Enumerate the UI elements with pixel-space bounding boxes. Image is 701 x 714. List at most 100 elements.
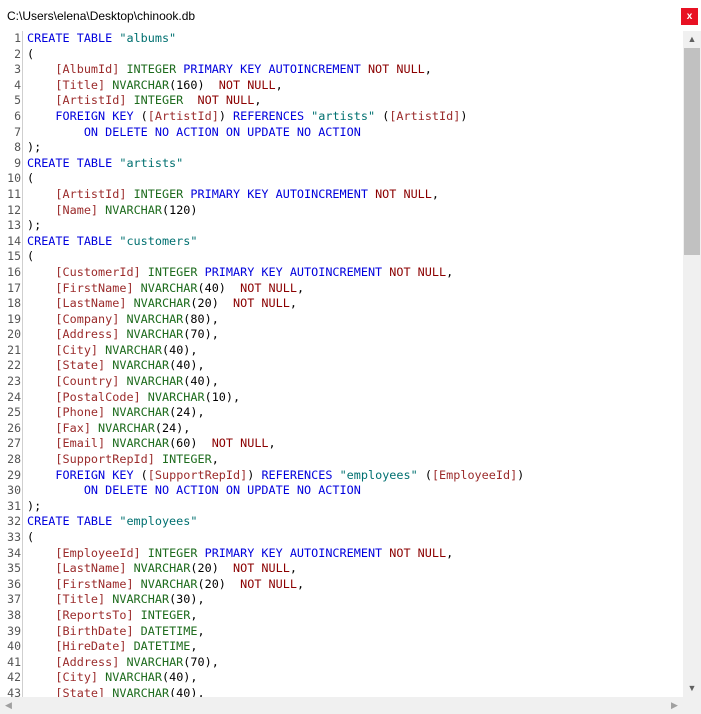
column-identifier: [AlbumId] [55,62,120,77]
code-content: [Email] NVARCHAR(60) NOT NULL, [27,436,276,452]
code-content: CREATE TABLE "employees" [27,514,197,530]
scroll-left-icon[interactable]: ◀ [0,697,17,714]
data-type: NVARCHAR [112,436,170,451]
code-content: [SupportRepId] INTEGER, [27,452,218,468]
code-content: [AlbumId] INTEGER PRIMARY KEY AUTOINCREM… [27,62,431,78]
not-null-constraint: NOT NULL [389,545,447,560]
code-content: [FirstName] NVARCHAR(20) NOT NULL, [27,577,304,593]
not-null-constraint: NOT NULL [367,62,425,77]
code-content: ON DELETE NO ACTION ON UPDATE NO ACTION [27,125,361,141]
data-type: NVARCHAR [112,685,170,697]
line-number: 12 [7,202,21,217]
scroll-thumb[interactable] [684,48,700,255]
vertical-scrollbar[interactable]: ▲ ▼ [683,31,701,697]
line-number: 20 [7,327,21,342]
scroll-up-icon[interactable]: ▲ [683,31,701,48]
code-content: ); [27,499,41,515]
code-text: , [268,436,276,451]
code-text: ( [27,171,35,186]
code-text: (40), [161,342,198,357]
line-number: 39 [7,623,21,638]
column-identifier: [Country] [55,374,120,389]
table-name-string: "employees" [339,467,418,482]
data-type: NVARCHAR [126,311,184,326]
column-identifier: [Phone] [55,405,106,420]
code-text: ) [517,467,525,482]
data-type: NVARCHAR [112,77,170,92]
scroll-right-icon[interactable]: ▶ [666,697,683,714]
code-content: [FirstName] NVARCHAR(40) NOT NULL, [27,281,304,297]
data-type: NVARCHAR [140,576,198,591]
data-type: NVARCHAR [112,358,170,373]
code-content: [ReportsTo] INTEGER, [27,607,197,624]
data-type: INTEGER [140,607,191,622]
code-content: [Company] NVARCHAR(80), [27,311,218,328]
code-content: [Title] NVARCHAR(160) NOT NULL, [27,77,283,94]
column-identifier: [City] [55,342,99,357]
table-name-string: "albums" [119,31,177,45]
not-null-constraint: NOT NULL [240,280,297,295]
column-identifier: [SupportRepId] [55,452,155,467]
data-type: NVARCHAR [140,280,198,295]
line-number: 15 [7,249,21,264]
line-number: 2 [14,46,21,61]
code-content: [ArtistId] INTEGER NOT NULL, [27,93,261,109]
horizontal-scrollbar[interactable]: ◀ ▶ [0,697,683,714]
line-number: 27 [7,436,21,451]
code-text: (70), [183,654,219,669]
table-name-string: "artists" [311,108,376,123]
code-editor[interactable]: 1 CREATE TABLE "albums" 2 (3 [AlbumId] INTE… [0,31,683,697]
code-text: (20) [190,561,234,576]
close-button[interactable]: x [681,8,698,25]
data-type: NVARCHAR [147,389,205,404]
sql-keyword: PRIMARY KEY AUTOINCREMENT [190,186,368,201]
code-text: (40) [197,280,241,295]
code-text: , [254,93,262,108]
data-type: DATETIME [140,623,198,638]
scroll-down-icon[interactable]: ▼ [683,680,701,697]
code-text: ( [133,467,148,482]
window-title: C:\Users\elena\Desktop\chinook.db [7,9,196,23]
sql-keyword: ON DELETE NO ACTION ON UPDATE NO ACTION [83,124,361,139]
column-identifier: [Title] [55,592,106,607]
sql-keyword: ON DELETE NO ACTION ON UPDATE NO ACTION [83,483,361,498]
scrollbar-corner [683,697,701,714]
code-content: [Address] NVARCHAR(70), [27,654,219,671]
column-identifier: [EmployeeId] [55,545,141,560]
code-text: , [431,186,439,201]
code-text: , [296,576,305,591]
code-content: [Fax] NVARCHAR(24), [27,421,190,437]
column-identifier: [Name] [55,202,99,217]
data-type: NVARCHAR [112,592,170,607]
column-identifier: [LastName] [55,296,127,311]
code-content: [HireDate] DATETIME, [27,639,197,655]
code-text: (24), [169,405,205,420]
data-type: NVARCHAR [126,374,184,389]
column-identifier: [ArtistId] [389,108,461,123]
column-identifier: [Company] [55,311,120,326]
code-content: CREATE TABLE "customers" [27,234,197,250]
data-type: NVARCHAR [98,420,155,435]
code-content: ); [27,218,41,234]
code-text: , [275,77,283,92]
code-content: CREATE TABLE "artists" [27,156,183,172]
column-identifier: [Fax] [55,420,91,435]
line-number: 8 [14,140,21,155]
code-content: [Address] NVARCHAR(70), [27,327,218,343]
code-content: [State] NVARCHAR(40), [27,358,204,374]
column-identifier: [Title] [55,77,106,92]
code-text: ); [27,498,42,513]
